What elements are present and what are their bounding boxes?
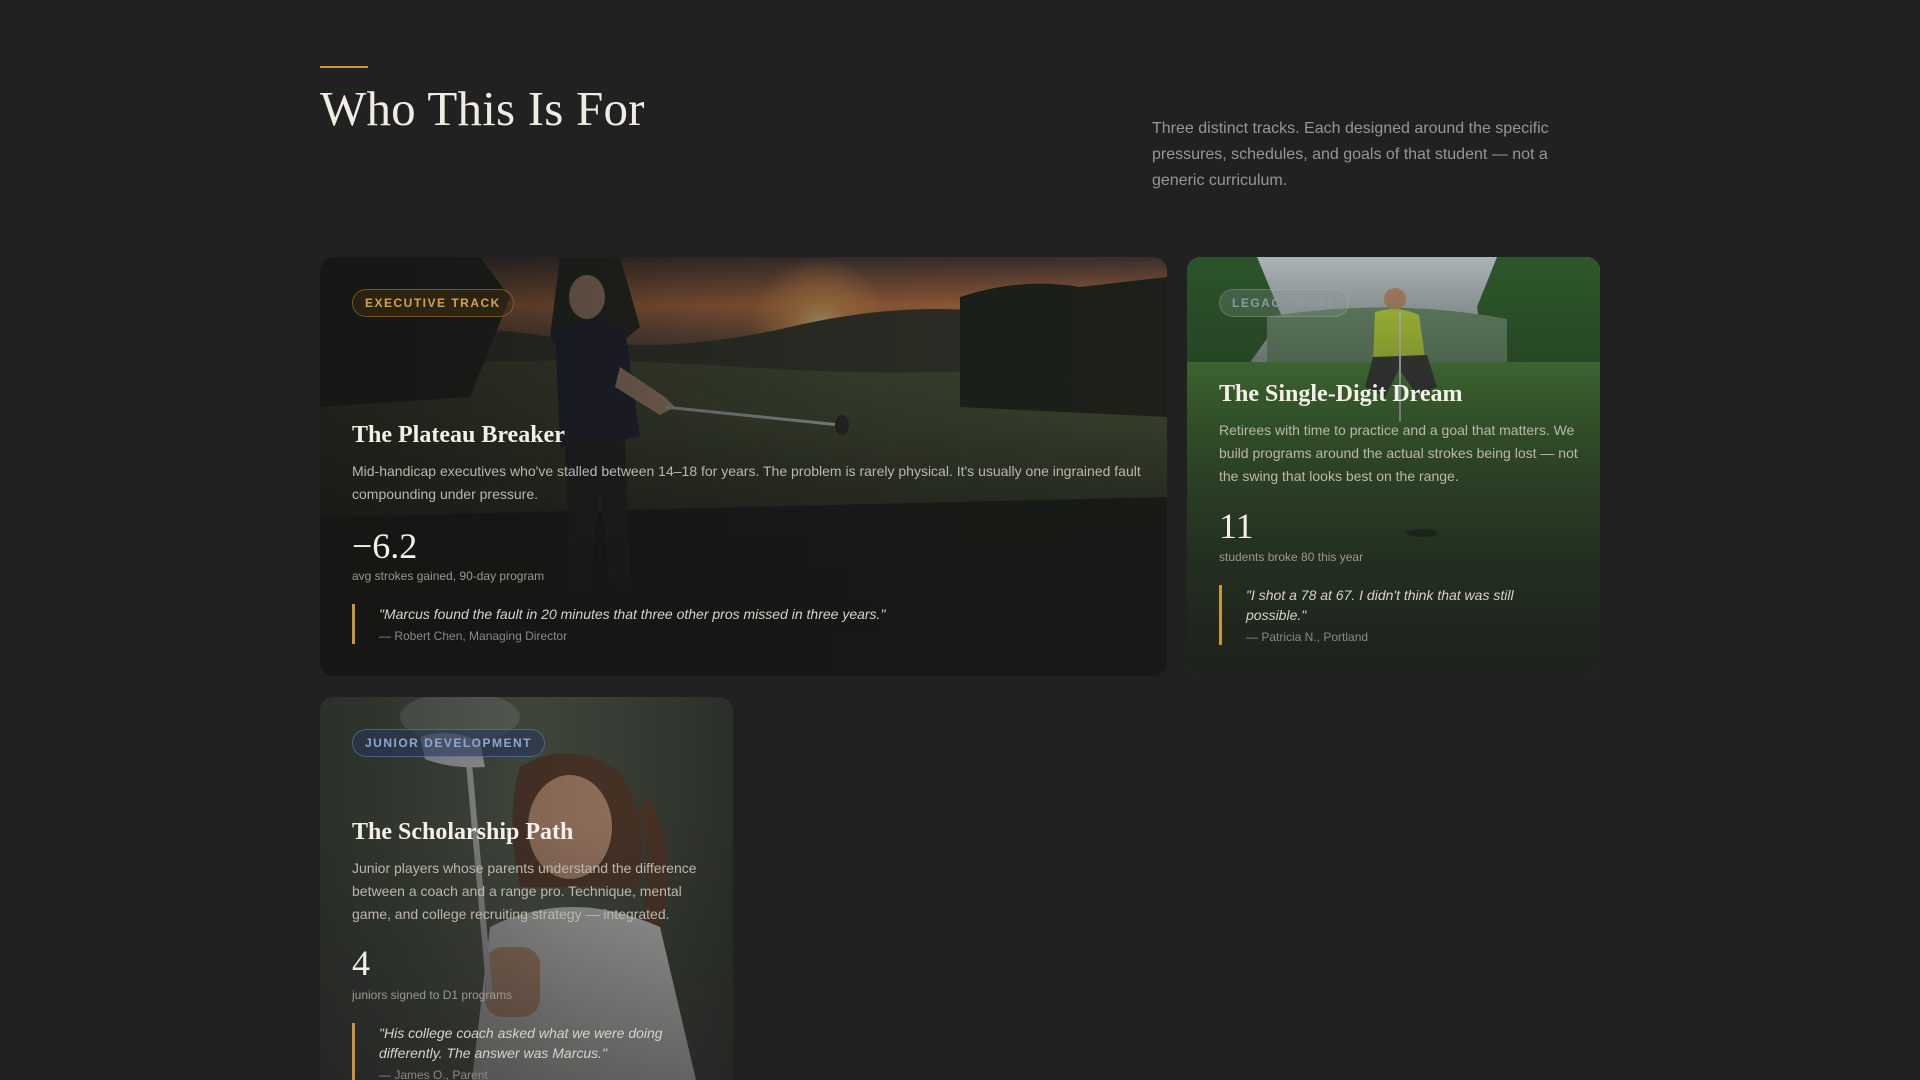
card-title: The Plateau Breaker xyxy=(352,422,565,448)
page: Who This Is For Three distinct tracks. E… xyxy=(0,0,1920,1080)
card-title: The Scholarship Path xyxy=(352,819,574,845)
quote-text: "I shot a 78 at 67. I didn't think that … xyxy=(1246,587,1514,623)
stat-label: juniors signed to D1 programs xyxy=(352,988,513,1002)
card-content: LEGACY GOAL The Single-Digit Dream Retir… xyxy=(1187,257,1600,676)
testimonial-quote: "I shot a 78 at 67. I didn't think that … xyxy=(1219,585,1559,645)
stat-value: 11 xyxy=(1219,506,1254,546)
quote-text: "Marcus found the fault in 20 minutes th… xyxy=(379,606,886,622)
stat-value: −6.2 xyxy=(352,526,418,566)
quote-author: — James O., Parent xyxy=(379,1068,488,1080)
card-content: JUNIOR DEVELOPMENT The Scholarship Path … xyxy=(320,697,733,1080)
card-content: EXECUTIVE TRACK The Plateau Breaker Mid-… xyxy=(320,257,1167,676)
junior-development-badge: JUNIOR DEVELOPMENT xyxy=(352,729,546,757)
stat-value: 4 xyxy=(352,943,370,983)
executive-track-badge: EXECUTIVE TRACK xyxy=(352,289,514,317)
legacy-goal-card[interactable]: LEGACY GOAL The Single-Digit Dream Retir… xyxy=(1187,257,1600,676)
card-description: Junior players whose parents understand … xyxy=(352,860,697,922)
quote-text: "His college coach asked what we were do… xyxy=(379,1025,663,1061)
junior-development-card[interactable]: JUNIOR DEVELOPMENT The Scholarship Path … xyxy=(320,697,733,1080)
legacy-goal-badge: LEGACY GOAL xyxy=(1219,289,1350,317)
stat-label: avg strokes gained, 90-day program xyxy=(352,569,545,583)
stat-label: students broke 80 this year xyxy=(1219,550,1364,564)
section-title: Who This Is For xyxy=(320,81,645,136)
executive-track-card[interactable]: EXECUTIVE TRACK The Plateau Breaker Mid-… xyxy=(320,257,1167,676)
quote-author: — Patricia N., Portland xyxy=(1246,630,1369,644)
testimonial-quote: "His college coach asked what we were do… xyxy=(352,1023,692,1080)
quote-author: — Robert Chen, Managing Director xyxy=(379,629,568,643)
section-accent-rule xyxy=(320,66,368,68)
testimonial-quote: "Marcus found the fault in 20 minutes th… xyxy=(352,604,1072,644)
card-title: The Single-Digit Dream xyxy=(1219,381,1463,407)
section-intro: Three distinct tracks. Each designed aro… xyxy=(1152,120,1549,189)
card-description: Retirees with time to practice and a goa… xyxy=(1219,422,1578,484)
card-description: Mid-handicap executives who've stalled b… xyxy=(352,463,1141,502)
